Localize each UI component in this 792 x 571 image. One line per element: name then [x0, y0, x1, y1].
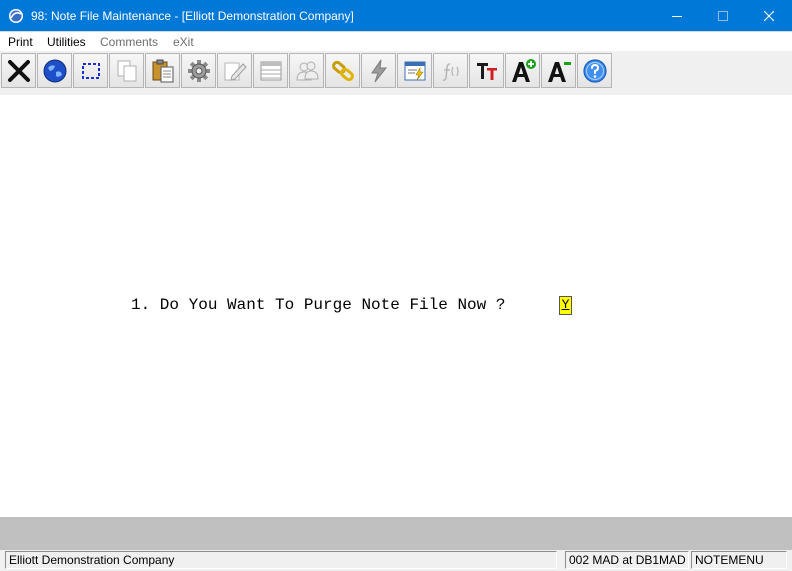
toolbar-copy-button[interactable]	[109, 53, 144, 88]
font-decrease-icon	[547, 61, 571, 82]
menu-comments[interactable]: Comments	[100, 34, 158, 50]
toolbar-paste-button[interactable]	[145, 53, 180, 88]
status-menu: NOTEMENU	[691, 551, 787, 569]
toolbar-window-button[interactable]	[397, 53, 432, 88]
toolbar-web-button[interactable]	[37, 53, 72, 88]
toolbar-help-button[interactable]	[577, 53, 612, 88]
toolbar-settings-button[interactable]	[181, 53, 216, 88]
status-session: 002 MAD at DB1MAD	[565, 551, 689, 569]
globe-icon	[43, 59, 66, 82]
toolbar-select-button[interactable]	[73, 53, 108, 88]
toolbar-close-button[interactable]	[1, 53, 36, 88]
message-area	[0, 517, 792, 550]
app-logo-icon	[9, 9, 23, 23]
status-bar: Elliott Demonstration Company 002 MAD at…	[0, 550, 792, 571]
toolbar-edit-button[interactable]	[217, 53, 252, 88]
edit-note-icon	[224, 62, 247, 81]
minimize-icon	[672, 15, 682, 17]
toolbar-run-button[interactable]	[361, 53, 396, 88]
form-area: 1. Do You Want To Purge Note File Now ? …	[0, 95, 792, 517]
font-increase-icon	[511, 58, 536, 82]
toolbar-font-decrease-button[interactable]	[541, 53, 576, 88]
minimize-button[interactable]	[654, 0, 700, 31]
toolbar-list-button[interactable]	[253, 53, 288, 88]
help-icon	[582, 58, 607, 83]
menu-exit[interactable]: eXit	[173, 34, 194, 50]
title-bar: 98: Note File Maintenance - [Elliott Dem…	[0, 0, 792, 31]
gear-icon	[187, 59, 210, 82]
paste-icon	[152, 59, 173, 82]
menu-bar: Print Utilities Comments eXit	[0, 31, 792, 51]
toolbar	[0, 51, 792, 95]
close-x-icon	[7, 59, 30, 82]
status-company: Elliott Demonstration Company	[5, 551, 557, 569]
users-icon	[295, 61, 319, 80]
window-title: 98: Note File Maintenance - [Elliott Dem…	[31, 9, 354, 23]
purge-answer-field[interactable]: Y	[559, 296, 572, 315]
function-icon	[442, 62, 459, 81]
lightning-icon	[370, 59, 387, 82]
toolbar-font-increase-button[interactable]	[505, 53, 540, 88]
close-icon	[764, 10, 774, 21]
toolbar-function-button[interactable]	[433, 53, 468, 88]
menu-print[interactable]: Print	[8, 34, 33, 50]
toolbar-font-button[interactable]	[469, 53, 504, 88]
toolbar-users-button[interactable]	[289, 53, 324, 88]
chain-link-icon	[331, 60, 354, 81]
maximize-button[interactable]	[700, 0, 746, 31]
toolbar-link-button[interactable]	[325, 53, 360, 88]
copy-icon	[117, 60, 136, 81]
close-button[interactable]	[746, 0, 792, 31]
window-flash-icon	[404, 61, 425, 80]
purge-question-label: 1. Do You Want To Purge Note File Now ?	[131, 296, 506, 314]
select-region-icon	[81, 62, 100, 79]
menu-utilities[interactable]: Utilities	[47, 34, 86, 50]
maximize-icon	[718, 10, 728, 21]
spreadsheet-icon	[260, 61, 281, 80]
font-size-icon	[476, 62, 497, 80]
